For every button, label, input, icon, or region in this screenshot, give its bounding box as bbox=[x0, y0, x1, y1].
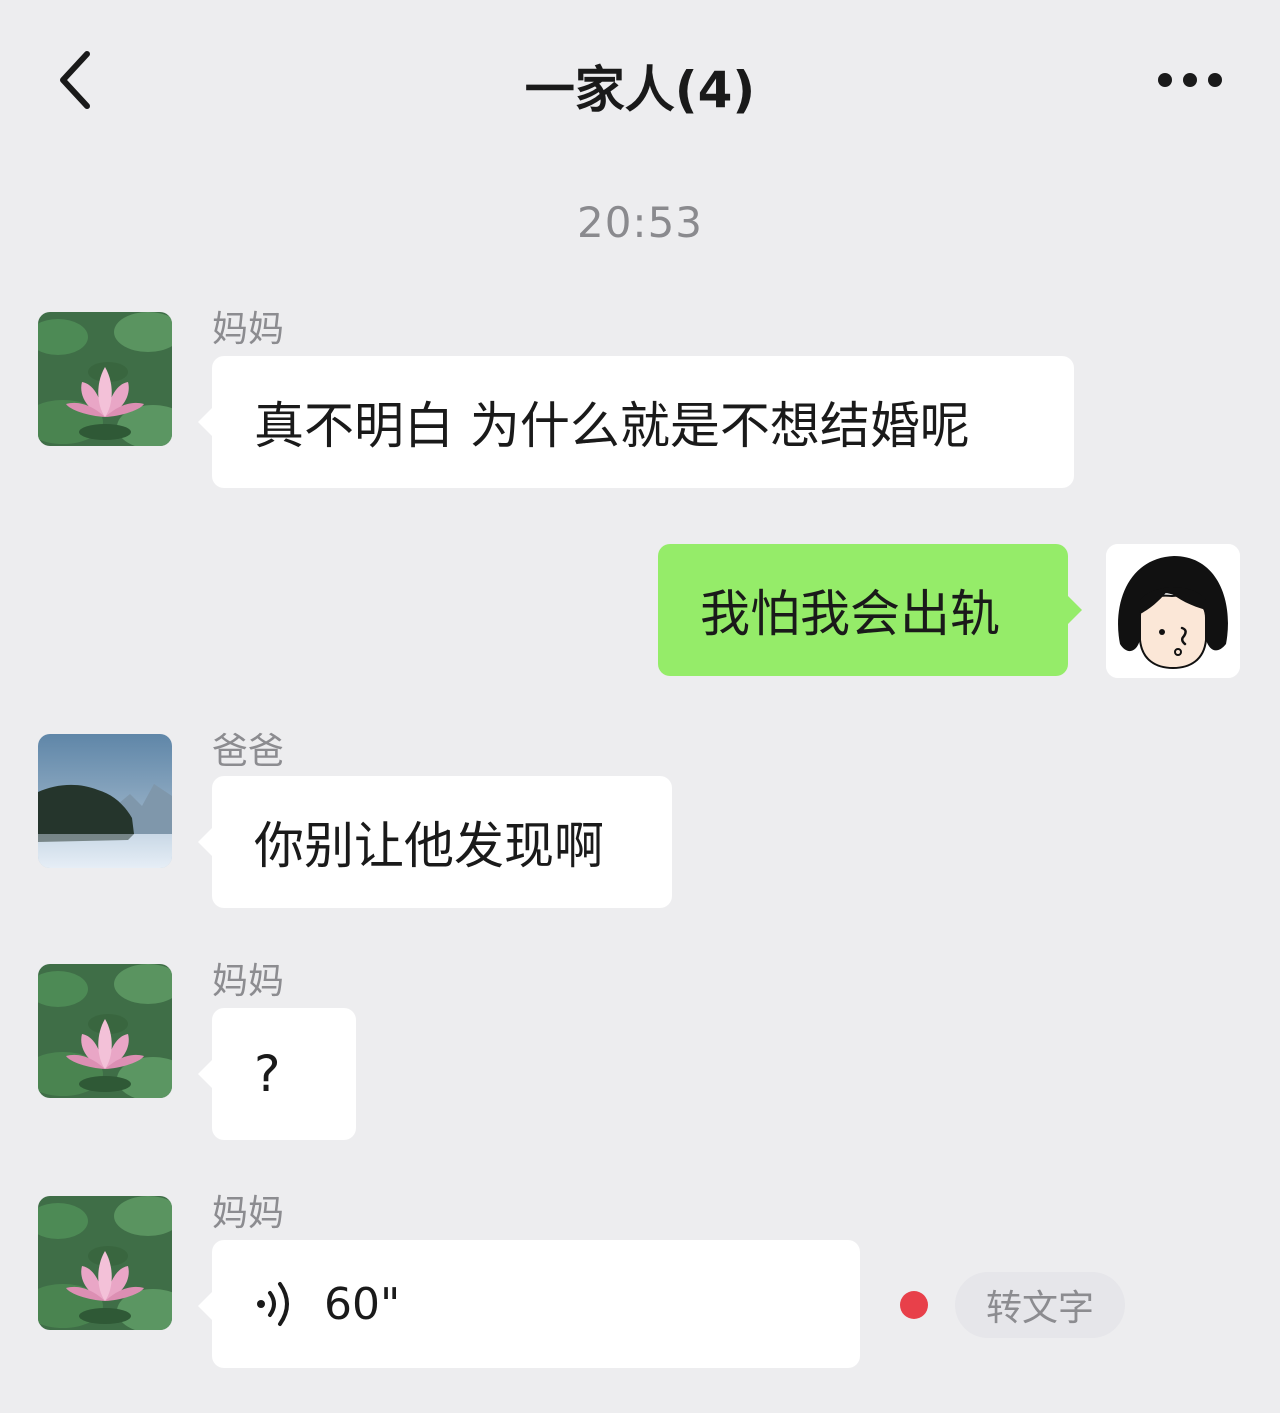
avatar-mom[interactable] bbox=[38, 964, 172, 1098]
lotus-avatar-image bbox=[38, 312, 172, 446]
message-text: ? bbox=[254, 1045, 281, 1103]
more-button[interactable] bbox=[1150, 55, 1230, 105]
message-text: 你别让他发现啊 bbox=[254, 817, 604, 875]
voice-wave-icon bbox=[257, 1282, 289, 1326]
lotus-avatar-image bbox=[38, 964, 172, 1098]
message-text: 真不明白 为什么就是不想结婚呢 bbox=[254, 397, 970, 455]
voice-message-bubble[interactable]: 60" bbox=[198, 1240, 860, 1368]
landscape-avatar-image bbox=[38, 734, 172, 868]
message-timestamp: 20:53 bbox=[576, 198, 704, 247]
message-bubble[interactable]: 你别让他发现啊 bbox=[198, 776, 672, 908]
avatar-mom[interactable] bbox=[38, 1196, 172, 1330]
transcribe-button[interactable]: 转文字 bbox=[955, 1272, 1125, 1338]
message-bubble[interactable]: ? bbox=[198, 1008, 356, 1140]
sender-name: 爸爸 bbox=[212, 731, 285, 772]
message-text: 我怕我会出轨 bbox=[700, 585, 1000, 643]
sender-name: 妈妈 bbox=[212, 961, 285, 1002]
chat-title: 一家人(4) bbox=[524, 61, 756, 119]
message-bubble-self[interactable]: 我怕我会出轨 bbox=[658, 544, 1082, 676]
avatar-mom[interactable] bbox=[38, 312, 172, 446]
message-bubble[interactable]: 真不明白 为什么就是不想结婚呢 bbox=[198, 356, 1074, 488]
sender-name: 妈妈 bbox=[212, 1193, 285, 1234]
more-icon bbox=[1158, 73, 1222, 87]
unread-dot bbox=[900, 1291, 928, 1319]
avatar-self[interactable] bbox=[1106, 544, 1240, 678]
sender-name: 妈妈 bbox=[212, 309, 285, 350]
voice-duration: 60" bbox=[324, 1278, 401, 1330]
avatar-dad[interactable] bbox=[38, 734, 172, 868]
cartoon-girl-avatar-image bbox=[1106, 544, 1240, 678]
lotus-avatar-image bbox=[38, 1196, 172, 1330]
chat-header: 一家人(4) bbox=[0, 0, 1280, 160]
